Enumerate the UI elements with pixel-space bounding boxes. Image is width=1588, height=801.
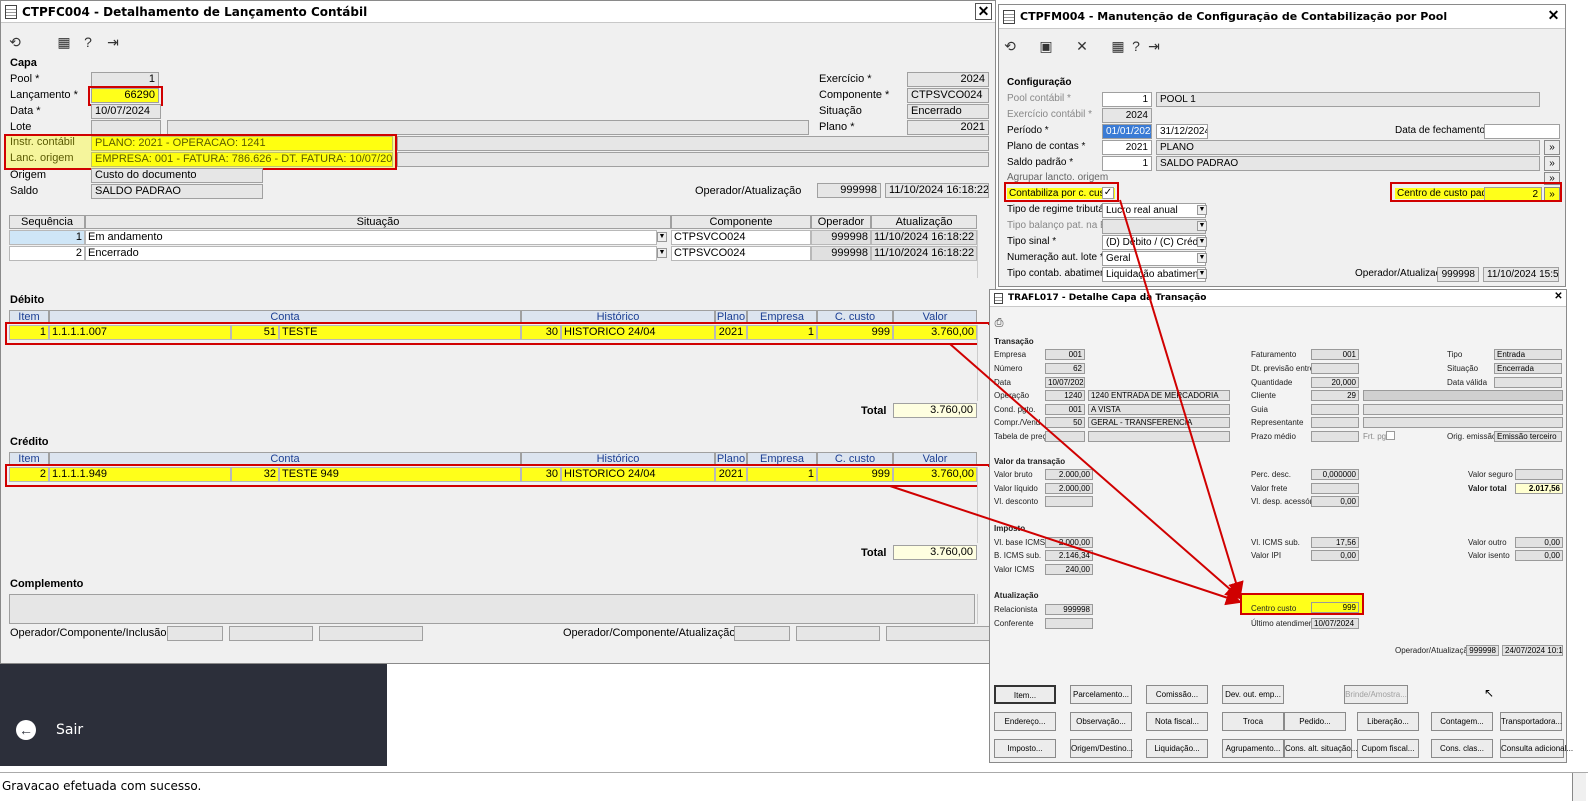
arrow-debito bbox=[949, 343, 1242, 600]
scrollbar[interactable] bbox=[1572, 773, 1586, 801]
status-text: Gravacao efetuada com sucesso. bbox=[2, 779, 202, 793]
arrow-credito bbox=[889, 485, 1242, 606]
arrow-config bbox=[1119, 199, 1244, 598]
annotation-arrows bbox=[889, 199, 1244, 606]
status-bar: Gravacao efetuada com sucesso. bbox=[0, 772, 1588, 801]
